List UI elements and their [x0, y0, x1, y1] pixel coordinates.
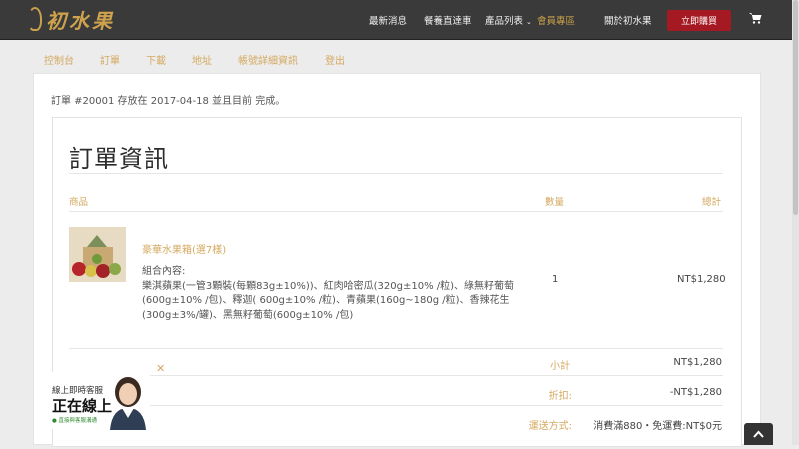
account-tabs: 控制台 訂單 下載 地址 帳號詳細資訊 登出 — [0, 40, 792, 74]
table-header-divider — [69, 211, 723, 212]
nav-item-products[interactable]: 產品列表 ⌄ — [485, 13, 532, 27]
desc-label: 組合內容: — [142, 266, 186, 277]
top-navigation-bar: 初水果 最新消息 餐養直達車 產品列表 ⌄ 會員專區 關於初水果 立即購買 — [0, 0, 792, 40]
order-details-title: 訂單資訊 — [69, 145, 169, 173]
column-header-qty: 數量 — [545, 197, 565, 208]
logo-mark-icon — [28, 7, 42, 31]
product-thumbnail[interactable] — [69, 227, 126, 282]
chat-close-icon[interactable]: ✕ — [156, 362, 165, 375]
tab-logout[interactable]: 登出 — [325, 52, 345, 67]
item-total: NT$1,280 — [677, 274, 726, 285]
chat-line3: ● 直接與客服溝通 — [52, 418, 98, 424]
item-row-divider — [69, 348, 723, 349]
nav-item-news[interactable]: 最新消息 — [369, 13, 407, 27]
chevron-up-icon — [753, 430, 764, 438]
discount-value: -NT$1,280 — [669, 387, 722, 398]
nav-item-delivery[interactable]: 餐養直達車 — [424, 13, 472, 27]
tab-account-details[interactable]: 帳號詳細資訊 — [238, 52, 298, 67]
tab-dashboard[interactable]: 控制台 — [44, 52, 74, 67]
cart-icon[interactable] — [749, 12, 762, 24]
back-to-top-button[interactable] — [744, 423, 773, 445]
support-agent-icon — [110, 377, 146, 430]
live-chat-widget[interactable]: 線上即時客服 正在線上 ● 直接與客服溝通 — [50, 372, 150, 430]
column-header-product: 商品 — [69, 197, 89, 208]
product-name-link[interactable]: 豪華水果箱(選7樣) — [142, 241, 226, 256]
desc-line: 樂淇蘋果(一管3顆裝(每顆83g±10%))、紅肉哈密瓜(320g±10% /粒… — [142, 280, 515, 292]
desc-line: (300g±3%/罐)、黑無籽葡萄(600g±10% /包) — [142, 309, 354, 321]
title-divider — [69, 173, 723, 174]
logo-text: 初水果 — [46, 8, 115, 33]
chevron-down-icon: ⌄ — [526, 18, 532, 26]
nav-item-member[interactable]: 會員專區 — [537, 13, 575, 27]
order-intro-text: 訂單 #20001 存放在 2017-04-18 並且目前 完成。 — [51, 96, 286, 107]
scrollbar-thumb[interactable] — [793, 0, 798, 215]
buy-now-button[interactable]: 立即購買 — [667, 10, 731, 31]
subtotal-label: 小計 — [550, 361, 570, 372]
tab-addresses[interactable]: 地址 — [192, 52, 212, 67]
shipping-value: 消費滿880・免運費:NT$0元 — [593, 421, 722, 432]
tab-downloads[interactable]: 下載 — [146, 52, 166, 67]
summary-divider — [69, 375, 723, 376]
desc-line: (600g±10% /包)、釋迦( 600g±10% /粒)、青蘋果(160g~… — [142, 295, 510, 306]
discount-label: 折扣: — [548, 391, 572, 402]
product-description: 組合內容: 樂淇蘋果(一管3顆裝(每顆83g±10%))、紅肉哈密瓜(320g±… — [142, 265, 517, 323]
nav-item-about[interactable]: 關於初水果 — [604, 13, 652, 27]
nav-item-products-label: 產品列表 — [485, 16, 524, 27]
site-logo[interactable]: 初水果 — [28, 5, 115, 33]
summary-divider — [69, 405, 723, 406]
column-header-total: 總計 — [702, 197, 722, 208]
subtotal-value: NT$1,280 — [673, 357, 722, 368]
tab-orders[interactable]: 訂單 — [100, 52, 120, 67]
chat-status: 正在線上 — [52, 397, 113, 415]
item-quantity: 1 — [552, 274, 559, 285]
shipping-label: 運送方式: — [528, 421, 572, 432]
